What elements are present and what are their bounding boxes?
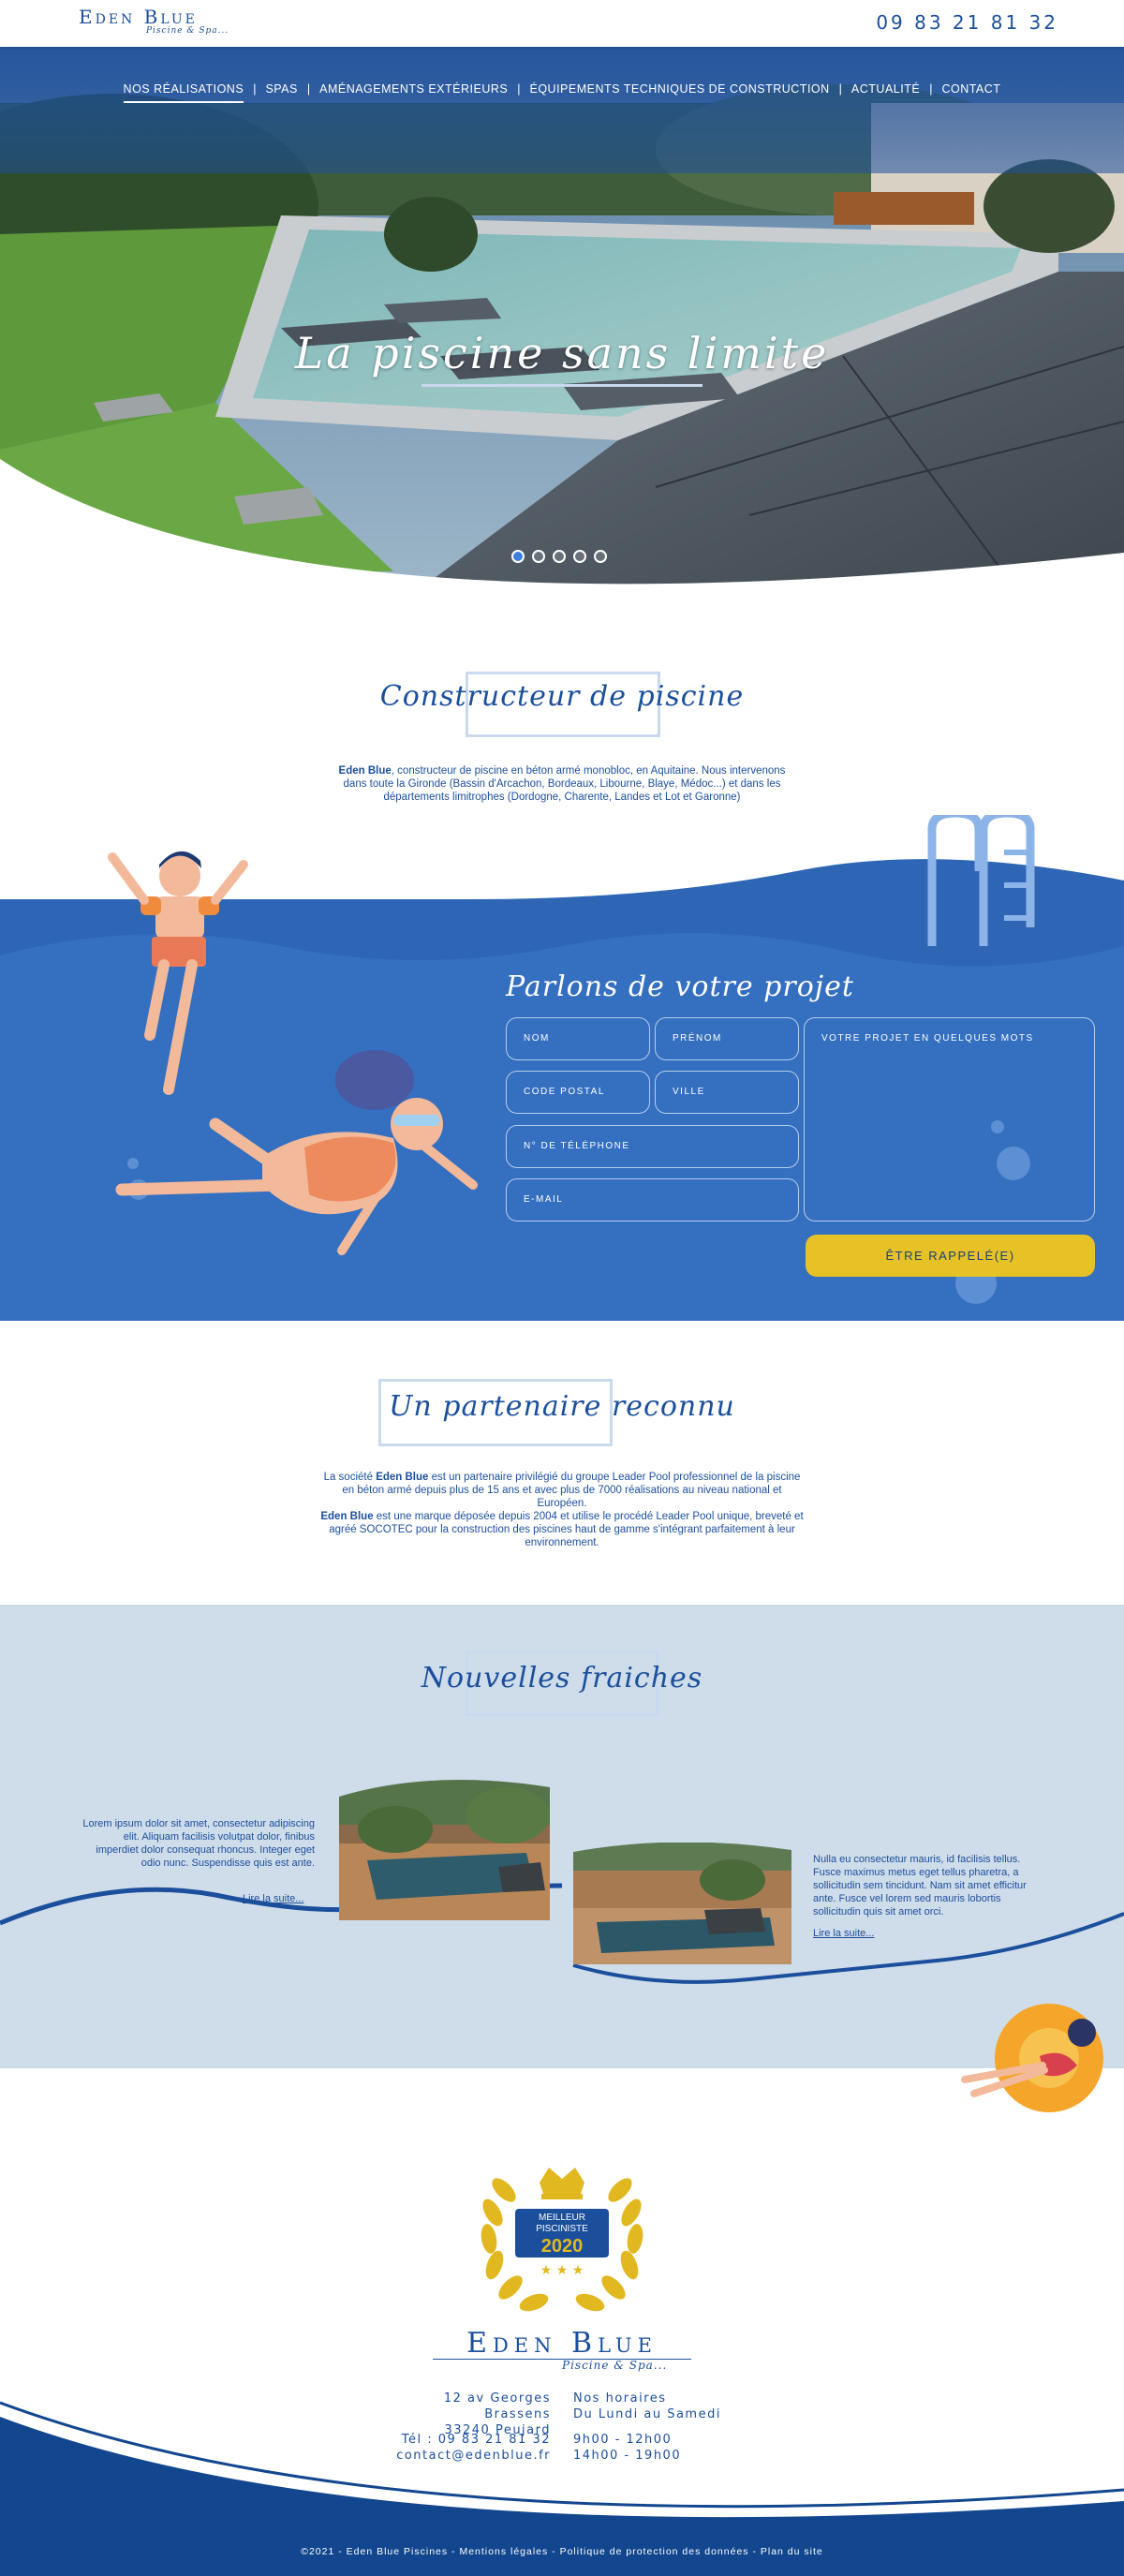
footer-logo-tagline: Piscine & Spa...	[562, 2359, 668, 2372]
nav-item-label: SPAS	[265, 82, 298, 96]
footer-tel[interactable]: Tél : 09 83 21 81 32	[375, 2432, 551, 2448]
partner-text: La société Eden Blue est un partenaire p…	[318, 1471, 806, 1549]
news-item-1-image[interactable]	[339, 1778, 550, 1920]
footer-email[interactable]: contact@edenblue.fr	[375, 2448, 551, 2464]
page: Eden Blue Piscine & Spa... 09 83 21 81 3…	[0, 0, 1124, 2576]
footer-hours: 9h00 - 12h00 14h00 - 19h00	[573, 2432, 681, 2464]
projet-textarea[interactable]: VOTRE PROJET EN QUELQUES MOTS	[804, 1017, 1095, 1221]
news-item-2-image[interactable]	[573, 1843, 791, 1964]
partner-brand-1: Eden Blue	[376, 1472, 429, 1483]
slider-dots	[511, 550, 607, 563]
nav-item-label: CONTACT	[941, 82, 1001, 96]
header-logo[interactable]: Eden Blue Piscine & Spa...	[79, 7, 229, 36]
news-item-2-link[interactable]: Lire la suite...	[813, 1928, 874, 1939]
constructor-text: Eden Blue, constructeur de piscine en bé…	[333, 764, 791, 804]
footer-contact: Tél : 09 83 21 81 32 contact@edenblue.fr	[375, 2432, 551, 2464]
nav-item-label: NOS RÉALISATIONS	[123, 82, 244, 103]
hours-pm: 14h00 - 19h00	[573, 2449, 682, 2463]
news-item-1-link[interactable]: Lire la suite...	[243, 1893, 303, 1904]
main-nav: NOS RÉALISATIONS | SPAS | AMÉNAGEMENTS EXTÉR…	[0, 82, 1124, 103]
slider-dot-5[interactable]	[594, 550, 607, 563]
form-title: Parlons de votre projet	[506, 970, 854, 1003]
partner-text-line2: est une marque déposée depuis 2004 et ut…	[329, 1511, 804, 1548]
news-item-1-text: Lorem ipsum dolor sit amet, consectetur …	[82, 1818, 315, 1869]
nav-item-5[interactable]: CONTACT	[932, 82, 1010, 96]
partner-brand-2: Eden Blue	[320, 1511, 374, 1522]
hours-am: 9h00 - 12h00	[573, 2433, 673, 2447]
nav-item-label: AMÉNAGEMENTS EXTÉRIEURS	[319, 82, 509, 96]
header-bar: Eden Blue Piscine & Spa... 09 83 21 81 3…	[0, 0, 1124, 47]
nom-field[interactable]: NOM	[506, 1017, 650, 1060]
hero-title: La piscine sans limite	[294, 328, 830, 378]
code-postal-field[interactable]: CODE POSTAL	[506, 1071, 650, 1114]
award-line2: PISCINISTE	[536, 2224, 588, 2234]
slider-dot-3[interactable]	[553, 550, 566, 563]
nav-item-4[interactable]: ACTUALITÉ	[842, 82, 929, 96]
footer-logo-name: Eden Blue	[466, 2327, 658, 2360]
slider-dot-1[interactable]	[511, 550, 525, 563]
nav-item-0[interactable]: NOS RÉALISATIONS	[114, 82, 254, 103]
award-stars-icon: ★ ★ ★	[540, 2263, 584, 2278]
nav-item-2[interactable]: AMÉNAGEMENTS EXTÉRIEURS	[310, 82, 517, 96]
partner-title: Un partenaire reconnu	[389, 1390, 735, 1423]
nav-item-3[interactable]: ÉQUIPEMENTS TECHNIQUES DE CONSTRUCTION	[520, 82, 838, 96]
news-title: Nouvelles fraiches	[421, 1662, 703, 1695]
nav-item-label: ACTUALITÉ	[850, 82, 921, 96]
footer-bottom-links[interactable]: ©2021 - Eden Blue Piscines - Mentions lé…	[0, 2546, 1124, 2557]
prenom-field[interactable]: PRÉNOM	[655, 1017, 799, 1060]
award-year: 2020	[541, 2236, 584, 2257]
hero-slider: NOS RÉALISATIONS | SPAS | AMÉNAGEMENTS EXTÉR…	[0, 47, 1124, 609]
hero-title-underline	[422, 384, 702, 387]
logo-tagline: Piscine & Spa...	[146, 26, 229, 36]
constructor-brand: Eden Blue	[338, 765, 392, 777]
float-illustration	[961, 2004, 1103, 2112]
constructor-description: , constructeur de piscine en béton armé …	[343, 765, 786, 803]
callback-button[interactable]: ÊTRE RAPPELÉ(E)	[806, 1235, 1095, 1277]
nav-item-label: ÉQUIPEMENTS TECHNIQUES DE CONSTRUCTION	[529, 82, 830, 96]
footer-hours-header: Nos horaires Du Lundi au Samedi	[573, 2391, 721, 2422]
telephone-field[interactable]: N° DE TÉLÉPHONE	[506, 1125, 799, 1168]
hours-title: Nos horaires	[573, 2391, 667, 2406]
news-item-2-text: Nulla eu consectetur mauris, id facilisi…	[813, 1854, 1027, 1917]
address-line1: 12 av Georges Brassens	[443, 2391, 551, 2421]
slider-dot-2[interactable]	[532, 550, 545, 563]
ville-field[interactable]: VILLE	[655, 1071, 799, 1114]
slider-dot-4[interactable]	[573, 550, 586, 563]
hours-days: Du Lundi au Samedi	[573, 2407, 721, 2421]
award-badge: MEILLEUR PISCINISTE 2020 ★ ★ ★	[481, 2168, 643, 2312]
header-phone[interactable]: 09 83 21 81 32	[876, 11, 1058, 34]
swimmers-illustration	[108, 851, 478, 1255]
logo-name: Eden Blue	[79, 6, 198, 28]
email-field[interactable]: E-MAIL	[506, 1178, 799, 1221]
partner-text-pre: La société	[323, 1472, 377, 1483]
constructor-title: Constructeur de piscine	[379, 680, 745, 713]
nav-item-1[interactable]: SPAS	[256, 82, 306, 96]
award-line1: MEILLEUR	[539, 2213, 585, 2223]
